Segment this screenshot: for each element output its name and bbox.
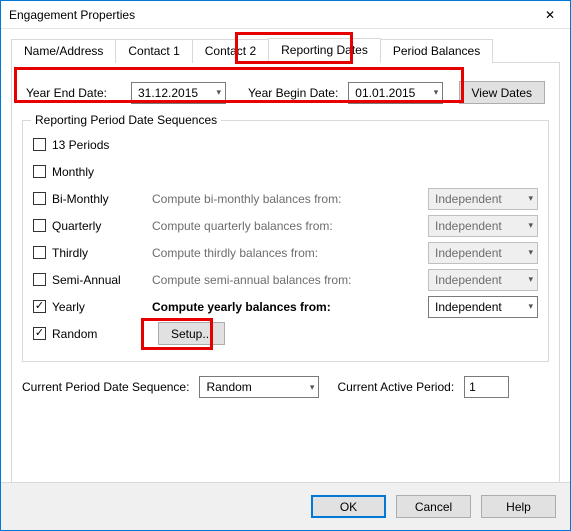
close-icon: ✕: [545, 8, 555, 22]
current-seq-value: Random: [206, 380, 251, 394]
year-end-date-label: Year End Date:: [26, 86, 121, 100]
chevron-down-icon: ▾: [522, 193, 533, 204]
period-row: 13 Periods: [33, 131, 538, 158]
chevron-down-icon: ▾: [428, 87, 439, 98]
period-checkbox[interactable]: [33, 138, 46, 151]
period-label: Monthly: [52, 165, 152, 179]
current-seq-label: Current Period Date Sequence:: [22, 380, 189, 394]
current-seq-combo[interactable]: Random ▾: [199, 376, 319, 398]
compute-from-label: Compute bi-monthly balances from:: [152, 192, 428, 206]
period-row: YearlyCompute yearly balances from:Indep…: [33, 293, 538, 320]
chevron-down-icon: ▾: [522, 220, 533, 231]
period-row: Semi-AnnualCompute semi-annual balances …: [33, 266, 538, 293]
period-row: Bi-MonthlyCompute bi-monthly balances fr…: [33, 185, 538, 212]
active-period-label: Current Active Period:: [337, 380, 454, 394]
close-button[interactable]: ✕: [530, 1, 570, 29]
compute-from-value: Independent: [435, 273, 502, 287]
year-begin-date-combo[interactable]: 01.01.2015 ▾: [348, 82, 443, 104]
period-checkbox[interactable]: [33, 219, 46, 232]
compute-from-combo: Independent ▾: [428, 215, 538, 237]
dialog-footer: OK Cancel Help: [1, 482, 570, 530]
reporting-period-group: Reporting Period Date Sequences 13 Perio…: [22, 120, 549, 362]
cancel-button[interactable]: Cancel: [396, 495, 471, 518]
tab-period-balances[interactable]: Period Balances: [380, 39, 493, 63]
period-row: Random Setup...: [33, 320, 538, 347]
titlebar: Engagement Properties ✕: [1, 1, 570, 29]
period-row: QuarterlyCompute quarterly balances from…: [33, 212, 538, 239]
tab-contact-2[interactable]: Contact 2: [192, 39, 269, 63]
chevron-down-icon: ▾: [522, 301, 533, 312]
compute-from-combo[interactable]: Independent ▾: [428, 296, 538, 318]
period-checkbox[interactable]: [33, 165, 46, 178]
compute-from-value: Independent: [435, 246, 502, 260]
year-end-date-value: 31.12.2015: [138, 86, 198, 100]
group-title: Reporting Period Date Sequences: [31, 113, 221, 127]
setup-button[interactable]: Setup...: [158, 322, 225, 345]
period-checkbox[interactable]: [33, 327, 46, 340]
ok-button[interactable]: OK: [311, 495, 386, 518]
compute-from-combo: Independent ▾: [428, 242, 538, 264]
compute-from-value: Independent: [435, 192, 502, 206]
period-row: ThirdlyCompute thirdly balances from:Ind…: [33, 239, 538, 266]
period-label: Bi-Monthly: [52, 192, 152, 206]
view-dates-button[interactable]: View Dates: [459, 81, 545, 104]
period-row: Monthly: [33, 158, 538, 185]
window-title: Engagement Properties: [9, 8, 135, 22]
period-checkbox[interactable]: [33, 246, 46, 259]
compute-from-value: Independent: [435, 300, 502, 314]
help-button[interactable]: Help: [481, 495, 556, 518]
active-period-input[interactable]: [464, 376, 509, 398]
compute-from-label: Compute quarterly balances from:: [152, 219, 428, 233]
chevron-down-icon: ▾: [210, 87, 221, 98]
period-label: 13 Periods: [52, 138, 152, 152]
compute-from-label: Compute yearly balances from:: [152, 300, 428, 314]
period-checkbox[interactable]: [33, 192, 46, 205]
period-label: Yearly: [52, 300, 152, 314]
period-rows: 13 Periods Monthly Bi-MonthlyCompute bi-mo…: [33, 131, 538, 347]
dialog-content: Name/Address Contact 1 Contact 2 Reporti…: [1, 29, 570, 483]
period-label: Random: [52, 327, 152, 341]
date-row: Year End Date: 31.12.2015 ▾ Year Begin D…: [22, 75, 549, 110]
tab-reporting-dates[interactable]: Reporting Dates: [268, 38, 381, 63]
compute-from-value: Independent: [435, 219, 502, 233]
year-begin-date-label: Year Begin Date:: [248, 86, 338, 100]
compute-from-label: Compute thirdly balances from:: [152, 246, 428, 260]
sequence-row: Current Period Date Sequence: Random ▾ C…: [22, 376, 549, 398]
period-label: Quarterly: [52, 219, 152, 233]
tabstrip: Name/Address Contact 1 Contact 2 Reporti…: [11, 37, 560, 63]
compute-from-label: Compute semi-annual balances from:: [152, 273, 428, 287]
tab-page-reporting-dates: Year End Date: 31.12.2015 ▾ Year Begin D…: [11, 63, 560, 483]
tab-contact-1[interactable]: Contact 1: [115, 39, 192, 63]
compute-from-combo: Independent ▾: [428, 188, 538, 210]
dialog-window: Engagement Properties ✕ Name/Address Con…: [0, 0, 571, 531]
chevron-down-icon: ▾: [522, 247, 533, 258]
year-begin-date-value: 01.01.2015: [355, 86, 415, 100]
chevron-down-icon: ▾: [304, 382, 315, 393]
tab-name-address[interactable]: Name/Address: [11, 39, 116, 63]
period-checkbox[interactable]: [33, 273, 46, 286]
chevron-down-icon: ▾: [522, 274, 533, 285]
period-label: Thirdly: [52, 246, 152, 260]
period-label: Semi-Annual: [52, 273, 152, 287]
year-end-date-combo[interactable]: 31.12.2015 ▾: [131, 82, 226, 104]
period-checkbox[interactable]: [33, 300, 46, 313]
compute-from-combo: Independent ▾: [428, 269, 538, 291]
